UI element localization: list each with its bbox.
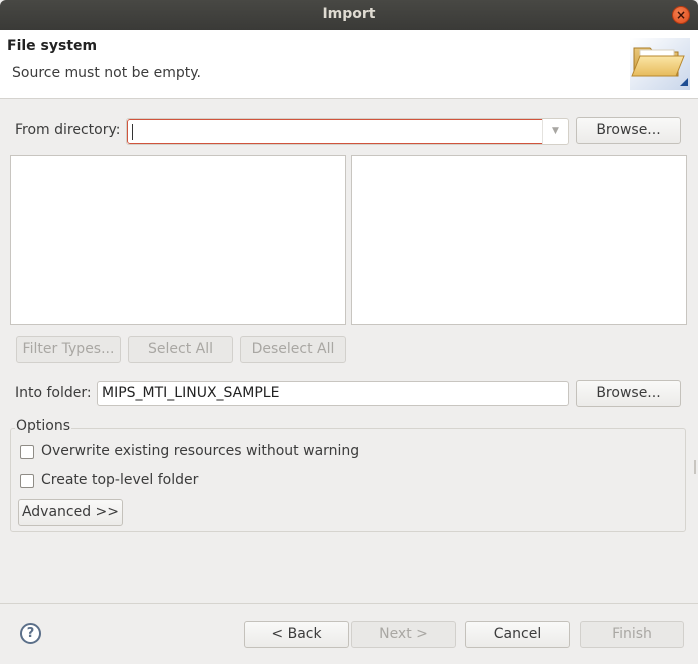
scroll-indicator	[694, 460, 696, 474]
create-top-level-label[interactable]: Create top-level folder	[41, 472, 198, 488]
select-all-button[interactable]: Select All	[128, 336, 233, 363]
page-heading: File system	[7, 38, 98, 54]
browse-destination-button[interactable]: Browse...	[576, 380, 681, 407]
filter-types-button[interactable]: Filter Types...	[16, 336, 121, 363]
back-button[interactable]: < Back	[244, 621, 349, 648]
error-message: Source must not be empty.	[12, 65, 201, 81]
finish-button[interactable]: Finish	[580, 621, 684, 648]
from-directory-combo[interactable]: ▼	[126, 118, 569, 145]
help-icon[interactable]: ?	[20, 623, 41, 644]
browse-source-button[interactable]: Browse...	[576, 117, 681, 144]
advanced-button[interactable]: Advanced >>	[18, 499, 123, 526]
text-caret	[132, 124, 133, 140]
folder-tree-panel[interactable]	[10, 155, 346, 325]
overwrite-checkbox[interactable]	[20, 445, 34, 459]
window-title: Import	[322, 6, 376, 22]
create-top-level-checkbox[interactable]	[20, 474, 34, 488]
folder-icon	[630, 38, 690, 90]
cancel-button[interactable]: Cancel	[465, 621, 570, 648]
wizard-banner: File system Source must not be empty.	[0, 30, 698, 99]
into-folder-label: Into folder:	[15, 385, 92, 401]
from-directory-input[interactable]	[127, 119, 543, 144]
file-list-panel[interactable]	[351, 155, 687, 325]
footer-divider	[0, 603, 698, 604]
options-title: Options	[15, 418, 72, 434]
dropdown-arrow-icon[interactable]: ▼	[542, 119, 568, 144]
from-directory-label: From directory:	[15, 122, 121, 138]
close-icon[interactable]: ×	[672, 6, 690, 24]
title-bar: Import ×	[0, 0, 698, 30]
overwrite-label[interactable]: Overwrite existing resources without war…	[41, 443, 359, 459]
into-folder-input[interactable]: MIPS_MTI_LINUX_SAMPLE	[97, 381, 569, 406]
deselect-all-button[interactable]: Deselect All	[240, 336, 346, 363]
next-button[interactable]: Next >	[351, 621, 456, 648]
